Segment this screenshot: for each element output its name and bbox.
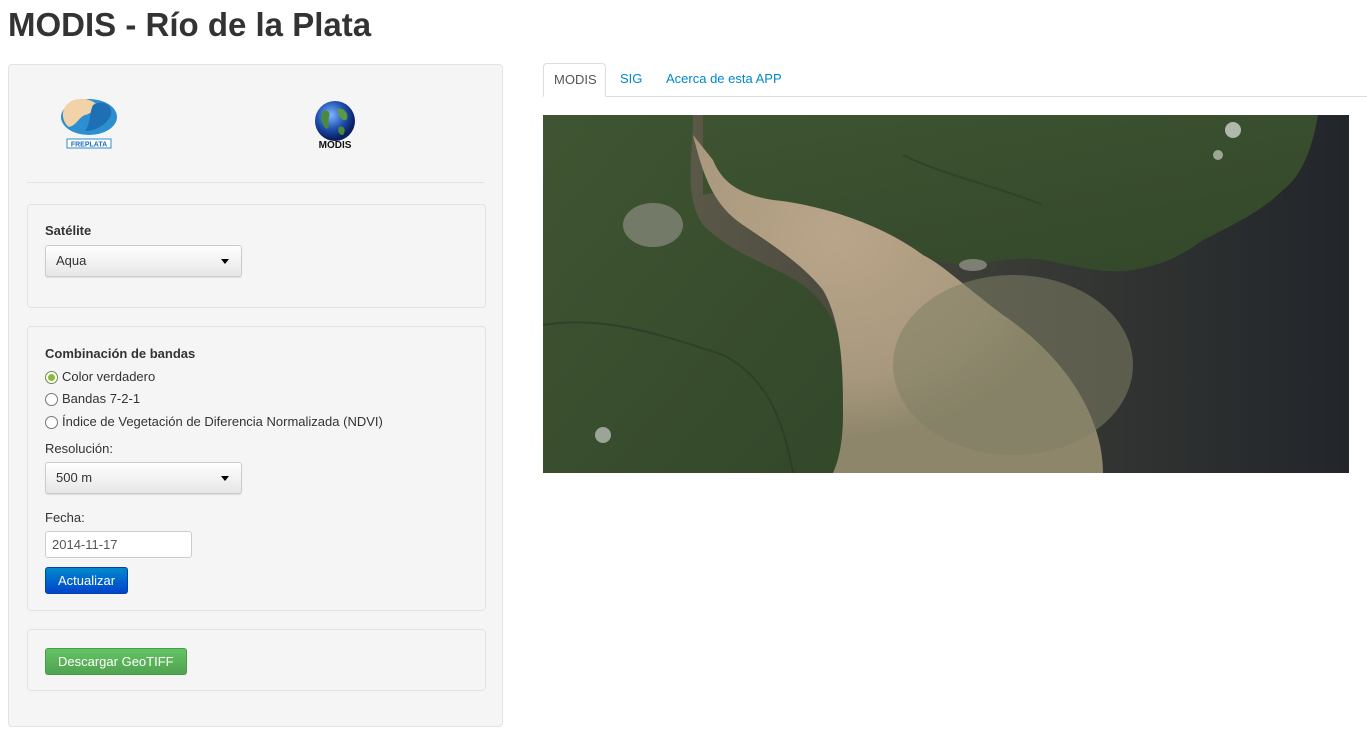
tab-modis[interactable]: MODIS bbox=[543, 63, 606, 97]
resolution-label: Resolución: bbox=[45, 441, 113, 456]
tab-sig[interactable]: SIG bbox=[610, 63, 652, 97]
freplata-logo: FREPLATA bbox=[59, 95, 119, 154]
divider bbox=[27, 182, 484, 183]
resolution-select[interactable]: 500 m bbox=[45, 462, 242, 494]
update-button[interactable]: Actualizar bbox=[45, 567, 129, 594]
radio-icon[interactable] bbox=[45, 393, 58, 406]
download-panel: Descargar GeoTIFF bbox=[27, 629, 486, 691]
resolution-selected: 500 m bbox=[56, 470, 93, 485]
modis-satellite-image[interactable] bbox=[543, 115, 1349, 473]
download-geotiff-button[interactable]: Descargar GeoTIFF bbox=[45, 648, 187, 675]
radio-color-verdadero[interactable]: Color verdadero bbox=[45, 369, 155, 384]
satellite-selected: Aqua bbox=[56, 253, 87, 268]
page-title: MODIS - Río de la Plata bbox=[8, 6, 372, 43]
svg-text:FREPLATA: FREPLATA bbox=[71, 142, 107, 149]
tab-acerca[interactable]: Acerca de esta APP bbox=[656, 63, 792, 97]
satellite-label: Satélite bbox=[45, 223, 92, 238]
modis-logo: MODIS bbox=[309, 101, 361, 154]
bands-panel: Combinación de bandas Color verdadero Ba… bbox=[27, 326, 486, 611]
chevron-down-icon bbox=[221, 259, 229, 264]
radio-checked-icon[interactable] bbox=[45, 371, 58, 384]
svg-text:MODIS: MODIS bbox=[319, 140, 352, 151]
date-label: Fecha: bbox=[45, 510, 85, 525]
date-input[interactable]: 2014-11-17 bbox=[45, 531, 192, 558]
satellite-panel: Satélite Aqua bbox=[27, 204, 486, 308]
chevron-down-icon bbox=[221, 476, 229, 481]
tab-bar: MODIS SIG Acerca de esta APP bbox=[543, 63, 1367, 97]
radio-bandas-721[interactable]: Bandas 7-2-1 bbox=[45, 391, 140, 406]
radio-label: Color verdadero bbox=[62, 369, 156, 384]
radio-icon[interactable] bbox=[45, 416, 58, 429]
bands-label: Combinación de bandas bbox=[45, 346, 196, 361]
radio-label: Bandas 7-2-1 bbox=[62, 391, 141, 406]
logos-row: FREPLATA MODIS bbox=[9, 65, 502, 185]
radio-label: Índice de Vegetación de Diferencia Norma… bbox=[62, 414, 383, 429]
radio-ndvi[interactable]: Índice de Vegetación de Diferencia Norma… bbox=[45, 414, 383, 429]
sidebar-panel: FREPLATA MODIS Satélite Aqua Combinación… bbox=[8, 64, 503, 727]
satellite-select[interactable]: Aqua bbox=[45, 245, 242, 277]
